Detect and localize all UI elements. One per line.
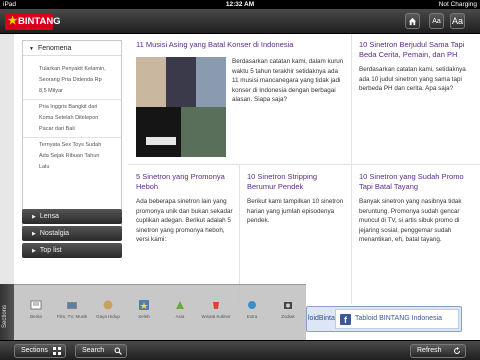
menu-item[interactable]: Tularkan Penyakit Kelamin, Seorang Pria … <box>23 56 121 100</box>
section-label: Lensa <box>39 213 59 220</box>
dock-label: Extra <box>246 314 258 319</box>
dock-item-wisata-kuliner[interactable]: Wisata Kuliner <box>198 299 234 335</box>
article-body: Banyak sinetron yang nasibnya tidak beru… <box>359 198 462 244</box>
article-body: Berdasarkan catatan kami, dalam kurun wa… <box>232 58 344 104</box>
search-button-label: Search <box>82 347 105 354</box>
section-label: Top list <box>39 247 62 254</box>
grid-icon <box>53 347 61 355</box>
status-bar: iPad 12:32 AM Not Charging <box>0 0 480 9</box>
article-card[interactable]: 10 Sinetron yang Sudah Promo Tapi Batal … <box>359 172 474 245</box>
section-top-list[interactable]: ▶ Top list <box>22 243 122 258</box>
top-toolbar: ★ BINTANG Aa Aa <box>0 9 480 34</box>
section-label: Nostalgia <box>39 230 70 237</box>
facebook-page-link[interactable]: f Tabloid BINTANG Indonesia <box>335 309 459 329</box>
logo-text: BINTANG <box>18 16 61 27</box>
dock-label: Film, TV, Musik <box>56 314 88 319</box>
article-body: Ada beberapa sinetron lain yang promonya… <box>136 198 233 244</box>
article-body: Berikut kami tampilkan 10 sinetron haria… <box>247 198 344 225</box>
dock-item-extra[interactable]: Extra <box>234 299 270 335</box>
article-title[interactable]: 11 Musisi Asing yang Batal Konser di Ind… <box>136 40 346 50</box>
sections-tab-label: Sections <box>2 304 8 328</box>
dock-label: Seleb <box>138 314 150 319</box>
star-icon <box>139 300 149 310</box>
sections-tab[interactable]: Sections <box>0 284 14 340</box>
article-card[interactable]: 11 Musisi Asing yang Batal Konser di Ind… <box>136 40 346 55</box>
zodiac-icon <box>284 302 292 309</box>
divider <box>239 164 240 304</box>
article-card[interactable]: 10 Sinetron Berjudul Sama Tapi Beda Ceri… <box>359 40 474 94</box>
article-title[interactable]: 10 Sinetron Berjudul Sama Tapi Beda Ceri… <box>359 40 474 60</box>
menu-item[interactable]: Ternyata Sex Toys Sudah Ada Sejak Ribuan… <box>23 138 121 175</box>
triangle-down-icon: ▼ <box>29 46 34 52</box>
refresh-button-label: Refresh <box>417 347 442 354</box>
dock-item-asia[interactable]: Asia <box>162 299 198 335</box>
dock-label: Zodiak <box>281 314 295 319</box>
menu-item[interactable]: Pria Inggris Bangkit dari Koma Setelah D… <box>23 100 121 138</box>
dock-item-seleb[interactable]: Seleb <box>126 299 162 335</box>
sections-button[interactable]: Sections <box>14 344 66 358</box>
dock-label: Gaya Hidup <box>96 314 120 319</box>
refresh-button[interactable]: Refresh <box>410 344 466 358</box>
article-card[interactable]: 5 Sinetron yang Promonya Heboh Ada beber… <box>136 172 234 245</box>
bottom-toolbar: Sections Search Refresh <box>0 340 480 360</box>
clock: 12:32 AM <box>225 1 255 8</box>
font-smaller-button[interactable]: Aa <box>429 13 444 29</box>
article-title[interactable]: 10 Sinetron yang Sudah Promo Tapi Batal … <box>359 172 474 192</box>
article-card[interactable]: 10 Sinetron Stripping Berumur Pendek Ber… <box>247 172 345 226</box>
font-large-label: Aa <box>451 16 463 26</box>
extra-icon <box>248 301 256 309</box>
menu-title: Fenomena <box>37 45 72 52</box>
dock-item-gaya-hidup[interactable]: Gaya Hidup <box>90 299 126 335</box>
film-icon <box>67 302 77 309</box>
divider <box>351 164 352 304</box>
article-title[interactable]: 10 Sinetron Stripping Berumur Pendek <box>247 172 345 192</box>
globe-icon <box>176 301 184 309</box>
app-logo[interactable]: ★ BINTANG <box>5 13 61 30</box>
dock-item-berita[interactable]: Berita <box>18 299 54 335</box>
facebook-label: Tabloid BINTANG Indonesia <box>355 315 443 322</box>
dock-label: Asia <box>175 314 185 319</box>
divider <box>351 34 352 164</box>
refresh-icon <box>454 347 460 354</box>
triangle-right-icon: ▶ <box>32 214 36 220</box>
dock-item-zodiak[interactable]: Zodiak <box>270 299 306 335</box>
dock-label: Berita <box>30 314 42 319</box>
divider <box>128 164 480 165</box>
article-title[interactable]: 5 Sinetron yang Promonya Heboh <box>136 172 234 192</box>
lifestyle-icon <box>103 300 113 310</box>
article-summary: Berdasarkan catatan kami, dalam kurun wa… <box>232 57 346 105</box>
search-button[interactable]: Search <box>75 344 127 358</box>
food-icon <box>213 302 219 309</box>
home-icon <box>408 17 417 26</box>
facebook-box[interactable]: loidBintang f Tabloid BINTANG Indonesia <box>306 306 462 332</box>
triangle-right-icon: ▶ <box>32 248 36 254</box>
menu-header[interactable]: ▼ Fenomena <box>23 41 121 56</box>
star-icon: ★ <box>7 15 18 27</box>
dock-label: Wisata Kuliner <box>201 314 231 319</box>
triangle-right-icon: ▶ <box>32 231 36 237</box>
search-icon <box>114 347 122 355</box>
article-thumbnail[interactable] <box>136 57 226 157</box>
article-body: Berdasarkan catatan kami, setidaknya ada… <box>359 66 466 93</box>
sections-button-label: Sections <box>21 347 48 354</box>
home-button[interactable] <box>405 13 420 29</box>
section-nostalgia[interactable]: ▶ Nostalgia <box>22 226 122 241</box>
battery-status: Not Charging <box>438 1 477 8</box>
facebook-icon: f <box>340 314 351 325</box>
fenomena-menu: ▼ Fenomena Tularkan Penyakit Kelamin, Seo… <box>22 40 122 236</box>
section-lensa[interactable]: ▶ Lensa <box>22 209 122 224</box>
sections-dock: Berita Film, TV, Musik Gaya Hidup Seleb … <box>14 284 306 340</box>
font-small-label: Aa <box>432 18 441 25</box>
font-larger-button[interactable]: Aa <box>450 13 465 29</box>
dock-item-film[interactable]: Film, TV, Musik <box>54 299 90 335</box>
newspaper-icon <box>30 300 42 310</box>
